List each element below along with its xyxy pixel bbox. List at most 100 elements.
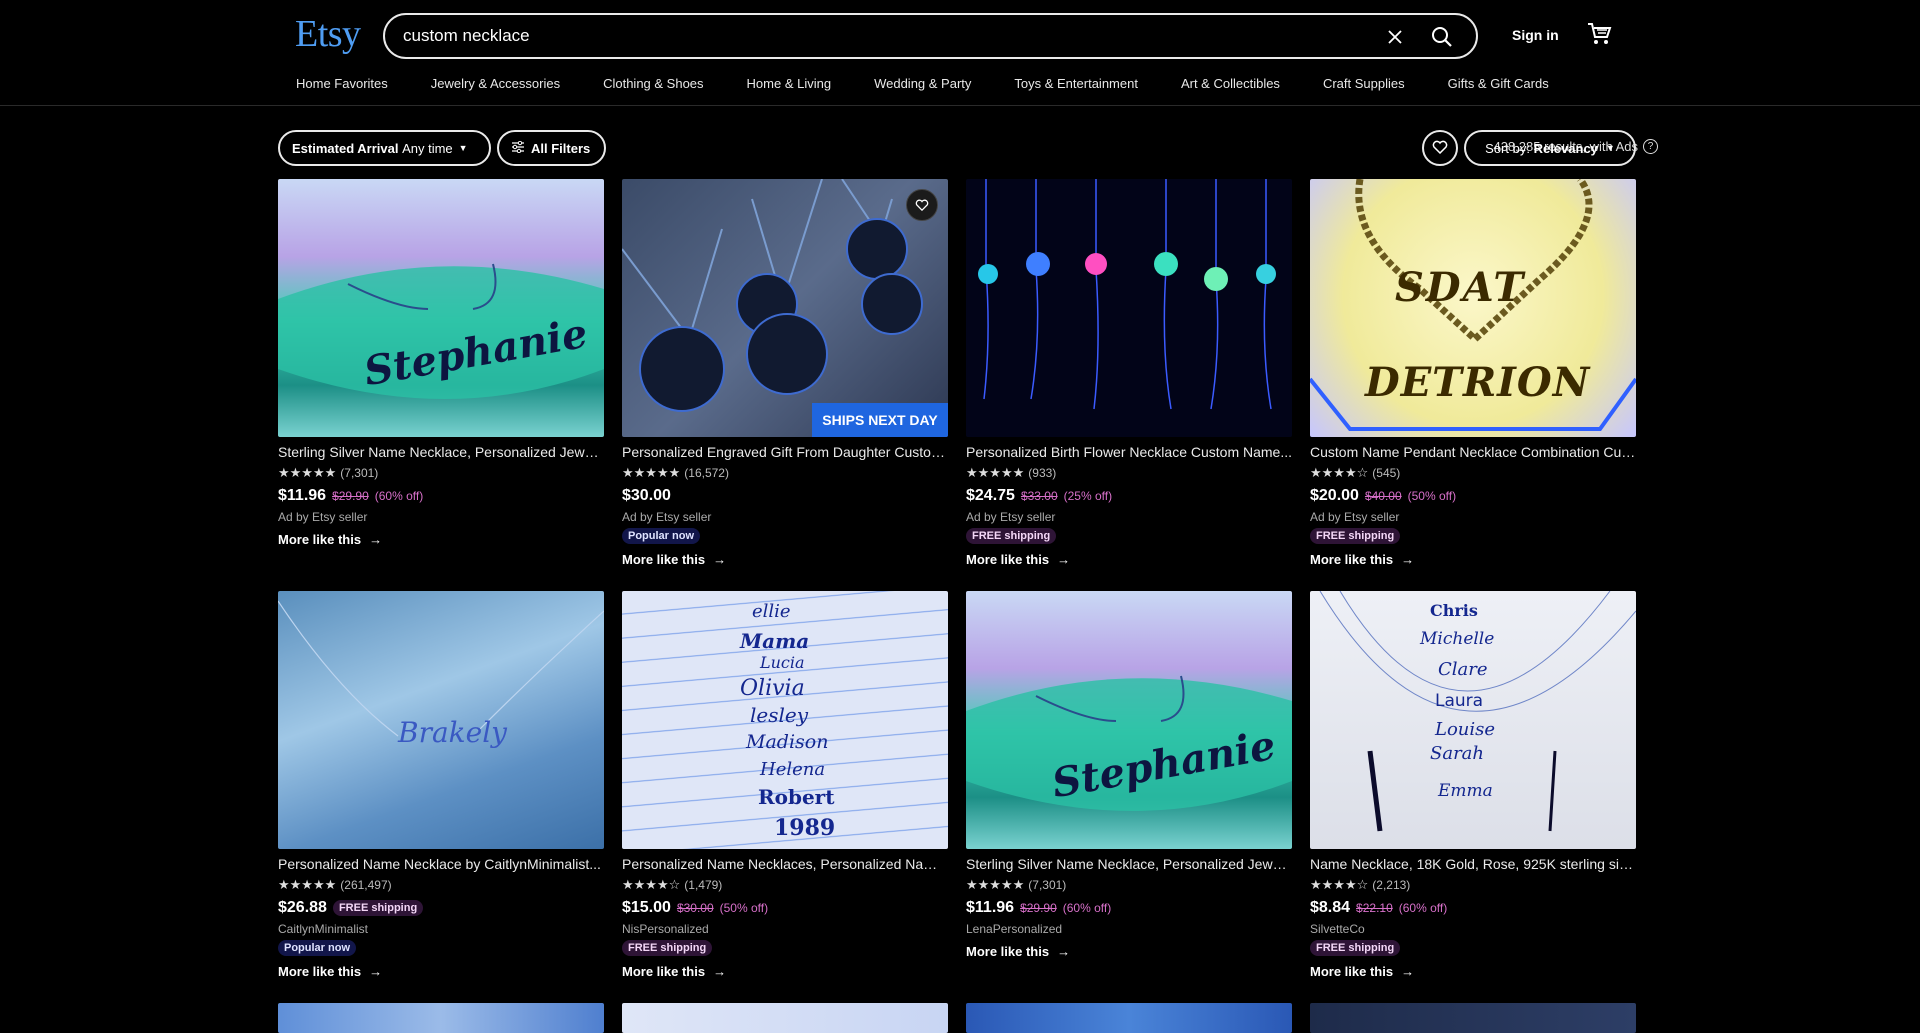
listing-image[interactable]: SHIPS NEXT DAY [622, 179, 948, 437]
discount: (60% off) [1062, 901, 1112, 915]
favorite-button[interactable] [906, 189, 938, 221]
cart-icon[interactable] [1586, 20, 1614, 48]
original-price: $29.90 [332, 489, 369, 503]
name-sample: Lucia [760, 653, 805, 672]
listing-image[interactable] [1310, 1003, 1636, 1033]
question-icon[interactable]: ? [1643, 139, 1658, 154]
listing-card[interactable]: ellie Mama Lucia Olivia lesley Madison H… [622, 591, 948, 979]
all-filters-button[interactable]: All Filters [497, 130, 606, 166]
estimated-arrival-filter[interactable]: Estimated Arrival Any time ▼ [278, 130, 491, 166]
listing-card[interactable]: Stephanie Sterling Silver Name Necklace,… [278, 179, 604, 547]
seller[interactable]: LenaPersonalized [966, 922, 1292, 936]
name-sample: Madison [746, 731, 829, 753]
arrow-right-icon: → [1057, 552, 1071, 567]
search-input[interactable] [403, 25, 1303, 47]
nav-art-collectibles[interactable]: Art & Collectibles [1181, 76, 1280, 91]
name-sample: Sarah [1430, 743, 1484, 764]
more-like-this-link[interactable]: More like this → [622, 552, 948, 567]
necklace-name-text: Brakely [398, 716, 507, 749]
listing-image[interactable] [966, 179, 1292, 437]
etsy-logo[interactable]: Etsy [295, 12, 361, 56]
price: $8.84 [1310, 899, 1351, 916]
listing-title[interactable]: Personalized Name Necklace by CaitlynMin… [278, 856, 604, 872]
listing-image[interactable]: Stephanie [278, 179, 604, 437]
save-search-button[interactable] [1422, 130, 1458, 166]
more-like-this-link[interactable]: More like this → [278, 964, 604, 979]
more-like-this-link[interactable]: More like this → [1310, 552, 1636, 567]
listing-card[interactable] [966, 1003, 1292, 1033]
listing-image[interactable]: SDAT DETRION [1310, 179, 1636, 437]
listing-image[interactable] [622, 1003, 948, 1033]
original-price: $40.00 [1364, 489, 1402, 503]
listing-card[interactable]: Brakely Personalized Name Necklace by Ca… [278, 591, 604, 979]
seller[interactable]: NisPersonalized [622, 922, 948, 936]
clear-search-icon[interactable] [1382, 24, 1408, 50]
pendant-text-bottom: DETRION [1365, 359, 1591, 406]
star-rating-icon: ★★★★★ [278, 465, 337, 480]
more-like-this-link[interactable]: More like this → [1310, 964, 1636, 979]
name-sample: ellie [752, 601, 791, 622]
listing-image[interactable]: ellie Mama Lucia Olivia lesley Madison H… [622, 591, 948, 849]
free-shipping-badge: FREE shipping [1310, 940, 1401, 956]
listing-title[interactable]: Personalized Engraved Gift From Daughter… [622, 444, 948, 460]
search-bar[interactable] [383, 13, 1478, 59]
review-count: (7,301) [340, 466, 379, 480]
nav-jewelry-accessories[interactable]: Jewelry & Accessories [431, 76, 560, 91]
listing-card[interactable] [622, 1003, 948, 1033]
listing-image[interactable]: Brakely [278, 591, 604, 849]
more-like-this-link[interactable]: More like this → [278, 532, 604, 547]
listing-image[interactable] [278, 1003, 604, 1033]
listing-card[interactable]: SDAT DETRION Custom Name Pendant Necklac… [1310, 179, 1636, 567]
nav-toys-entertainment[interactable]: Toys & Entertainment [1014, 76, 1138, 91]
listing-title[interactable]: Personalized Name Necklaces, Personalize… [622, 856, 948, 872]
listing-card[interactable]: Personalized Birth Flower Necklace Custo… [966, 179, 1292, 567]
listing-title[interactable]: Custom Name Pendant Necklace Combination… [1310, 444, 1636, 460]
arrow-right-icon: → [369, 532, 383, 547]
listing-card[interactable]: Chris Michelle Clare Laura Louise Sarah … [1310, 591, 1636, 979]
star-rating-icon: ★★★★★ [278, 877, 337, 892]
review-count: (545) [1372, 466, 1401, 480]
nav-wedding-party[interactable]: Wedding & Party [874, 76, 971, 91]
listing-card[interactable] [278, 1003, 604, 1033]
more-like-this-link[interactable]: More like this → [966, 552, 1292, 567]
star-rating-icon: ★★★★★ [966, 877, 1025, 892]
review-count: (2,213) [1372, 878, 1411, 892]
name-sample: lesley [750, 703, 809, 727]
listing-title[interactable]: Sterling Silver Name Necklace, Personali… [966, 856, 1292, 872]
more-like-this-link[interactable]: More like this → [966, 944, 1292, 959]
sort-dropdown[interactable]: Sort by: Relevancy ▼ [1464, 130, 1636, 166]
more-like-this-label: More like this [278, 532, 362, 547]
nav-home-favorites[interactable]: Home Favorites [296, 76, 388, 91]
listing-image[interactable]: Stephanie [966, 591, 1292, 849]
price-row: $24.75 $33.00 (25% off) [966, 487, 1292, 505]
seller[interactable]: CaitlynMinimalist [278, 922, 604, 936]
heart-icon [915, 199, 929, 211]
listing-card[interactable]: SHIPS NEXT DAY Personalized Engraved Gif… [622, 179, 948, 567]
more-like-this-label: More like this [1310, 552, 1394, 567]
category-nav: Home Favorites Jewelry & Accessories Clo… [296, 76, 1592, 91]
nav-gifts-gift-cards[interactable]: Gifts & Gift Cards [1448, 76, 1549, 91]
pendant-text-top: SDAT [1395, 264, 1526, 311]
more-like-this-link[interactable]: More like this → [622, 964, 948, 979]
listing-card[interactable] [1310, 1003, 1636, 1033]
listing-title[interactable]: Name Necklace, 18K Gold, Rose, 925K ster… [1310, 856, 1636, 872]
price-row: $11.96 $29.90 (60% off) [966, 899, 1292, 917]
name-sample: Chris [1430, 601, 1478, 620]
nav-craft-supplies[interactable]: Craft Supplies [1323, 76, 1405, 91]
listing-image[interactable] [966, 1003, 1292, 1033]
review-count: (933) [1028, 466, 1057, 480]
original-price: $33.00 [1020, 489, 1058, 503]
listing-card[interactable]: Stephanie Sterling Silver Name Necklace,… [966, 591, 1292, 959]
nav-home-living[interactable]: Home & Living [747, 76, 832, 91]
listing-title[interactable]: Sterling Silver Name Necklace, Personali… [278, 444, 604, 460]
seller[interactable]: SilvetteCo [1310, 922, 1636, 936]
sign-in-link[interactable]: Sign in [1512, 27, 1559, 43]
search-icon[interactable] [1428, 23, 1456, 51]
listing-title[interactable]: Personalized Birth Flower Necklace Custo… [966, 444, 1292, 460]
nav-clothing-shoes[interactable]: Clothing & Shoes [603, 76, 703, 91]
rating: ★★★★★ (7,301) [278, 465, 604, 481]
listing-image[interactable]: Chris Michelle Clare Laura Louise Sarah … [1310, 591, 1636, 849]
original-price: $22.10 [1356, 901, 1393, 915]
more-like-this-label: More like this [622, 964, 706, 979]
price: $30.00 [622, 487, 671, 504]
